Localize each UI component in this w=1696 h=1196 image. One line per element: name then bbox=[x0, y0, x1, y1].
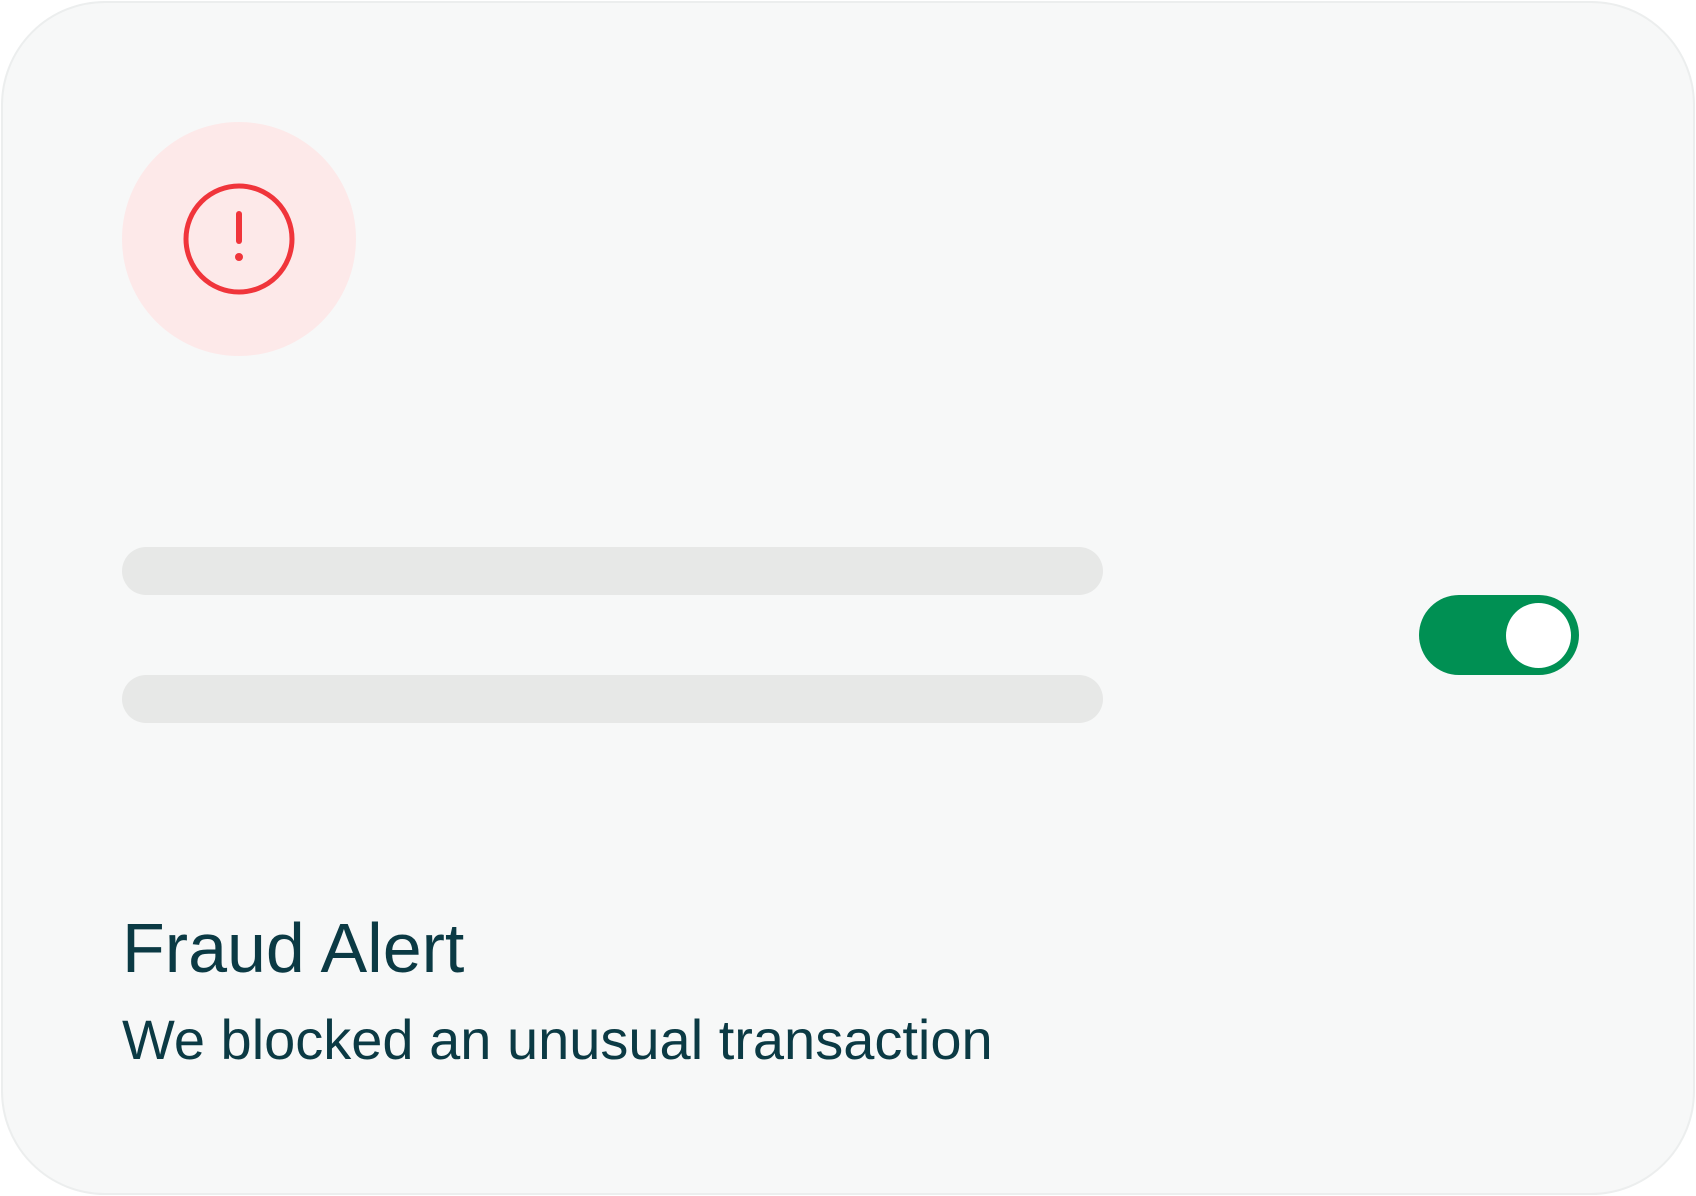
fraud-alert-card: Fraud Alert We blocked an unusual transa… bbox=[1, 1, 1695, 1195]
alert-toggle[interactable] bbox=[1419, 595, 1579, 675]
placeholder-line bbox=[122, 547, 1103, 595]
alert-badge bbox=[122, 122, 356, 356]
toggle-knob bbox=[1506, 603, 1571, 668]
placeholder-line bbox=[122, 675, 1103, 723]
alert-circle-icon bbox=[183, 183, 295, 295]
alert-title: Fraud Alert bbox=[122, 909, 465, 987]
alert-message: We blocked an unusual transaction bbox=[122, 1008, 993, 1071]
